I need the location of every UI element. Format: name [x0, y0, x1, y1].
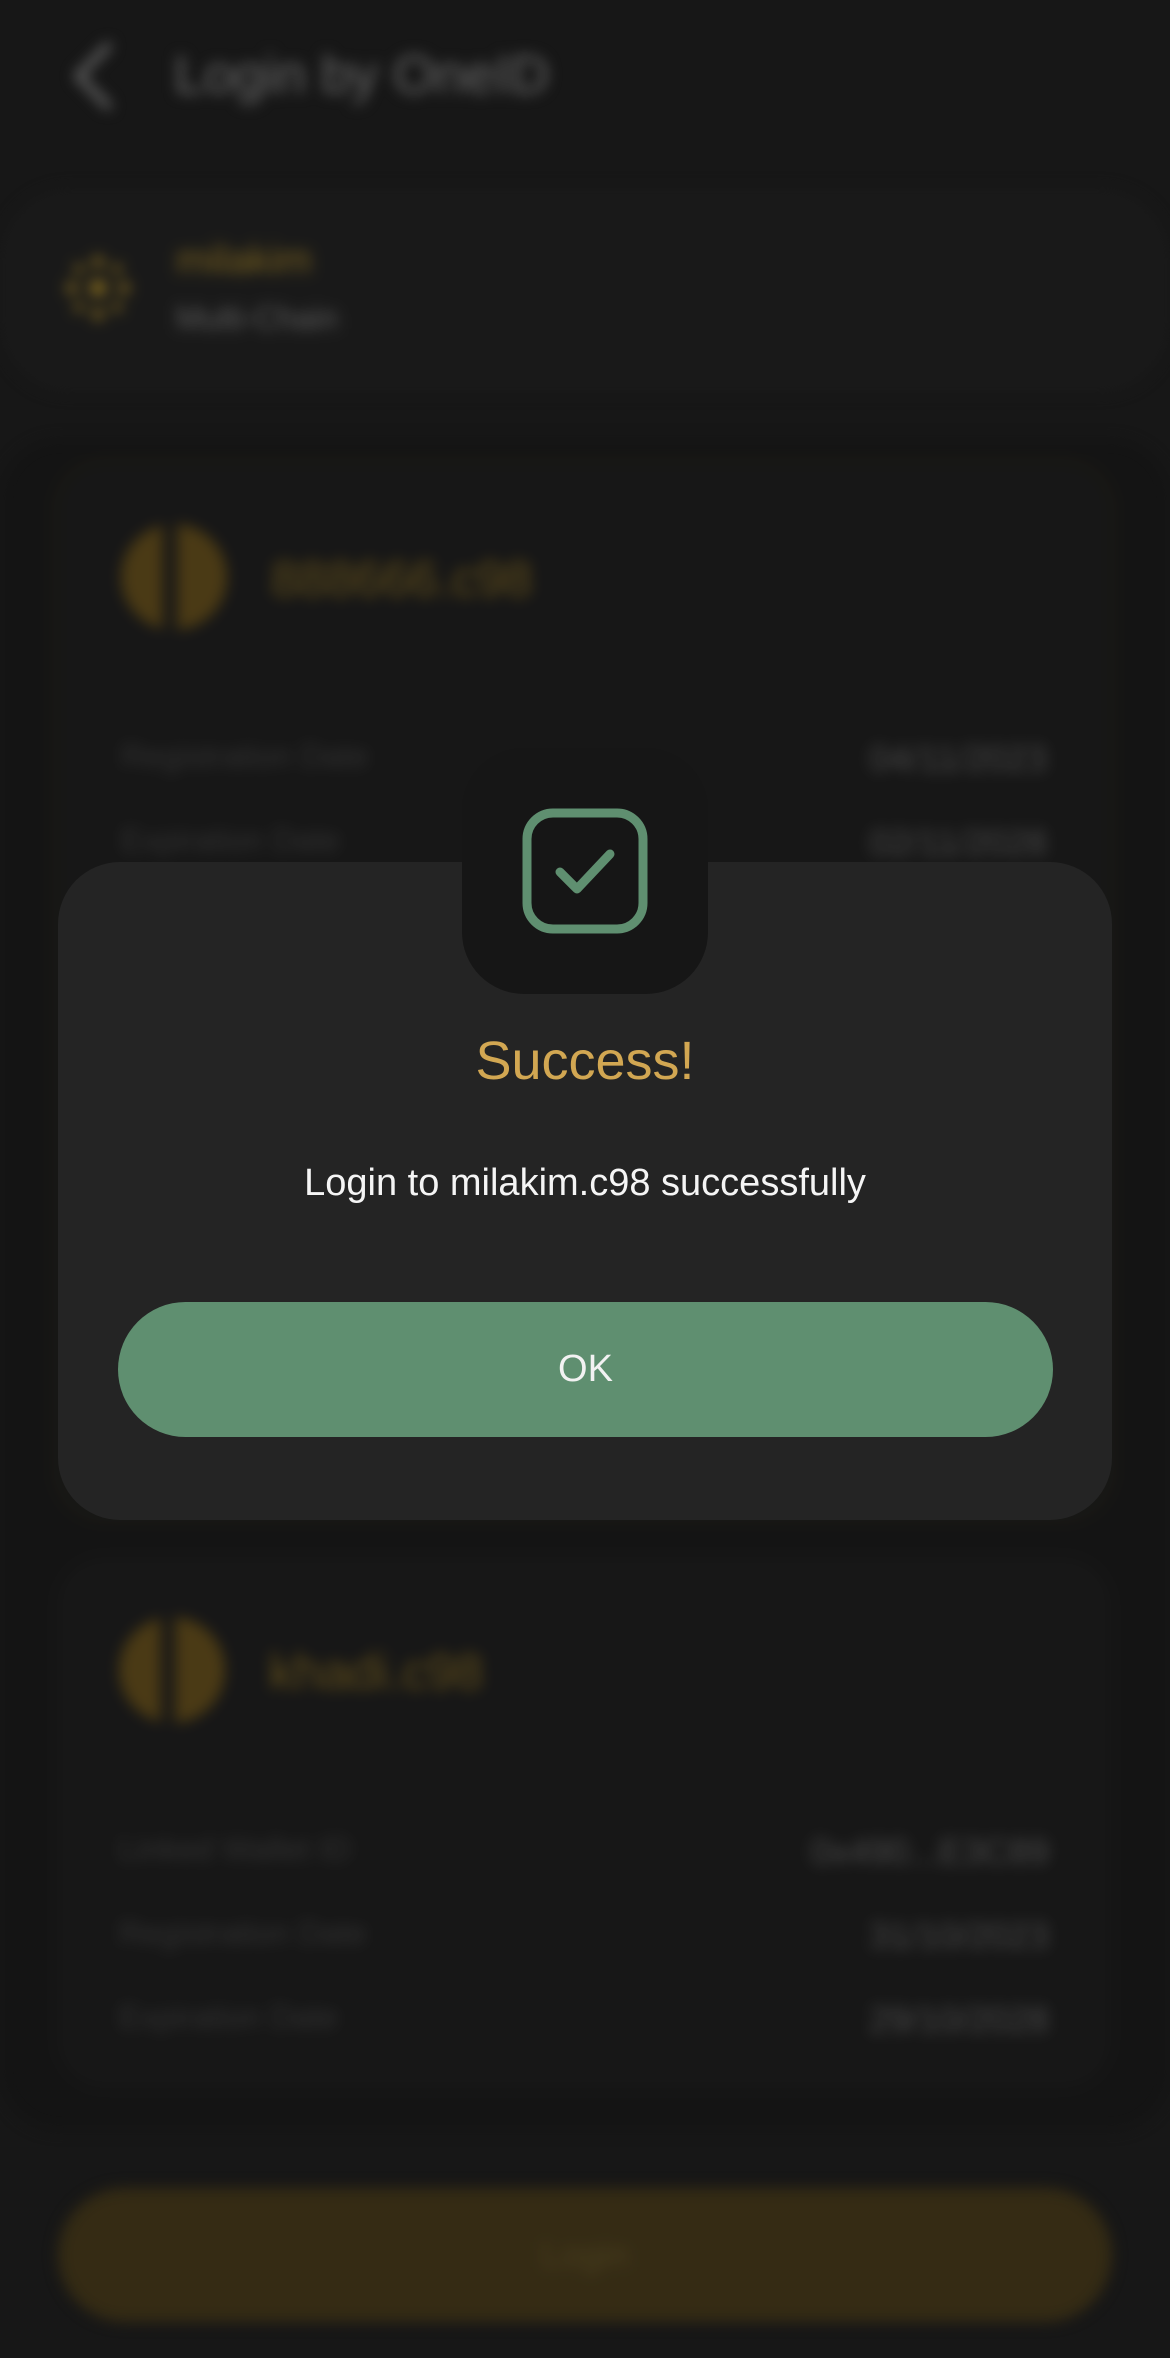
- app-screen: Login by OneID milakim Multi-Chain 88866…: [0, 0, 1170, 2358]
- success-badge: [462, 748, 708, 994]
- success-message: Login to milakim.c98 successfully: [304, 1162, 866, 1204]
- check-square-icon: [522, 808, 648, 934]
- ok-button[interactable]: OK: [118, 1302, 1053, 1437]
- success-title: Success!: [475, 1031, 695, 1091]
